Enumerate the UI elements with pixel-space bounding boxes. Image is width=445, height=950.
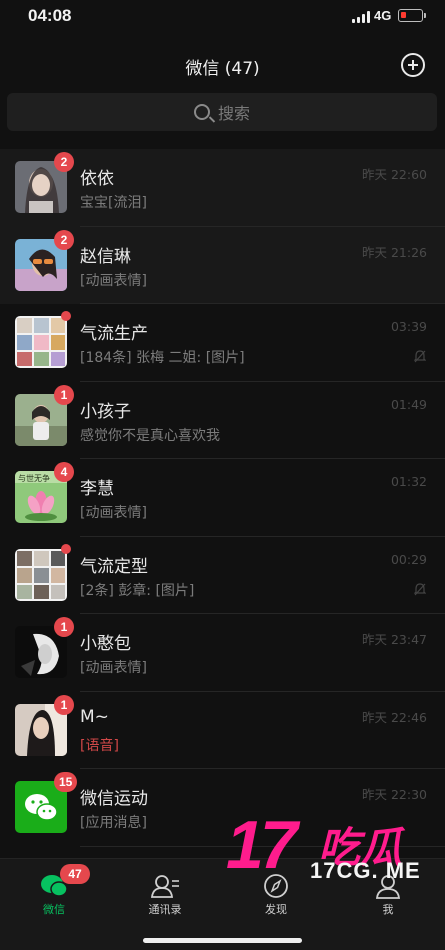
tab-label: 微信 <box>43 903 65 916</box>
unread-badge: 1 <box>54 384 74 405</box>
chat-preview: [动画表情] <box>80 272 147 289</box>
unread-dot <box>61 311 71 321</box>
chat-preview: [2条] 彭章: [图片] <box>80 582 195 599</box>
muted-bell-icon <box>414 582 426 595</box>
chat-time: 昨天 22:46 <box>362 709 427 725</box>
chat-name: M~ <box>80 706 109 727</box>
chat-name: 赵信琳 <box>80 246 131 267</box>
chat-name: 依依 <box>80 169 114 189</box>
chat-name: 气流定型 <box>80 556 148 577</box>
chat-name: 小憨包 <box>80 634 131 654</box>
chat-time: 03:39 <box>390 319 427 334</box>
tab-contacts[interactable]: 通讯录 <box>125 871 205 917</box>
unread-badge: 2 <box>54 229 74 250</box>
chat-item[interactable]: 与世无争 4 李慧 [动画表情] 01:32 <box>0 459 445 537</box>
tab-chats[interactable]: 47 微信 <box>14 864 94 917</box>
chat-item[interactable]: 2 依依 宝宝[流泪] 昨天 22:60 <box>0 149 445 227</box>
search-bar[interactable]: 搜索 <box>7 93 437 131</box>
avatar-caption: 与世无争 <box>18 473 50 483</box>
chat-preview: [动画表情] <box>80 505 147 521</box>
battery-icon <box>398 9 426 22</box>
top-header: 微信 (47) <box>0 44 445 86</box>
chat-list: 2 依依 宝宝[流泪] 昨天 22:60 2 赵信琳 [动画表情] 昨天 21:… <box>0 149 445 847</box>
status-bar: 04:08 4G <box>0 0 445 34</box>
muted-bell-icon <box>414 350 426 363</box>
chat-preview: [应用消息] <box>80 815 147 831</box>
unread-badge: 2 <box>54 152 74 172</box>
tab-discover[interactable]: 发现 <box>236 871 316 917</box>
chat-name: 微信运动 <box>80 789 148 809</box>
unread-badge: 1 <box>54 694 74 715</box>
chat-time: 昨天 22:30 <box>362 787 427 802</box>
tab-label: 发现 <box>265 903 287 916</box>
chat-time: 01:49 <box>390 396 427 412</box>
chat-preview: [184条] 张梅 二姐: [图片] <box>80 350 245 366</box>
contacts-icon <box>150 875 179 898</box>
bottom-tab-bar: 47 微信 通讯录 发现 我 <box>0 858 445 950</box>
chat-item[interactable]: 1 M~ [语音] 昨天 22:46 <box>0 692 445 770</box>
search-icon <box>193 104 210 120</box>
chat-time: 昨天 21:26 <box>362 244 427 260</box>
chat-item[interactable]: 1 小孩子 感觉你不是真心喜欢我 01:49 <box>0 382 445 460</box>
chat-preview-voice: [语音] <box>80 737 119 754</box>
chat-name: 气流生产 <box>80 324 148 344</box>
chat-time: 昨天 22:60 <box>362 167 427 182</box>
tab-label: 通讯录 <box>148 903 182 916</box>
compass-icon <box>264 874 288 898</box>
chat-item[interactable]: 气流定型 [2条] 彭章: [图片] 00:29 <box>0 537 445 615</box>
unread-badge: 15 <box>54 772 78 792</box>
chat-name: 李慧 <box>80 479 114 499</box>
search-placeholder: 搜索 <box>217 104 250 123</box>
network-type: 4G <box>374 8 392 23</box>
group-avatar <box>15 316 67 368</box>
chat-item[interactable]: 2 赵信琳 [动画表情] 昨天 21:26 <box>0 226 445 304</box>
chat-time: 昨天 23:47 <box>362 632 427 647</box>
person-icon <box>375 875 401 899</box>
chat-time: 00:29 <box>390 551 427 567</box>
group-avatar <box>15 548 67 601</box>
chat-name: 小孩子 <box>80 401 131 422</box>
cellular-signal-icon <box>352 11 370 23</box>
tab-unread-badge: 47 <box>60 864 90 884</box>
home-indicator[interactable] <box>143 938 302 943</box>
chat-time: 01:32 <box>390 474 427 489</box>
chat-item[interactable]: 15 微信运动 [应用消息] 昨天 22:30 <box>0 769 445 847</box>
tab-me[interactable]: 我 <box>348 871 428 917</box>
unread-badge: 4 <box>54 462 74 482</box>
status-time: 04:08 <box>28 6 72 25</box>
page-title: 微信 (47) <box>185 59 260 79</box>
tab-label: 我 <box>382 903 394 916</box>
plus-circle-icon[interactable] <box>401 53 425 77</box>
chat-item[interactable]: 1 小憨包 [动画表情] 昨天 23:47 <box>0 614 445 692</box>
chat-preview: 宝宝[流泪] <box>80 195 147 211</box>
unread-dot <box>61 543 71 554</box>
chat-item[interactable]: 气流生产 [184条] 张梅 二姐: [图片] 03:39 <box>0 304 445 382</box>
unread-badge: 1 <box>54 617 74 637</box>
chat-preview: [动画表情] <box>80 660 147 676</box>
chat-preview: 感觉你不是真心喜欢我 <box>80 427 220 444</box>
